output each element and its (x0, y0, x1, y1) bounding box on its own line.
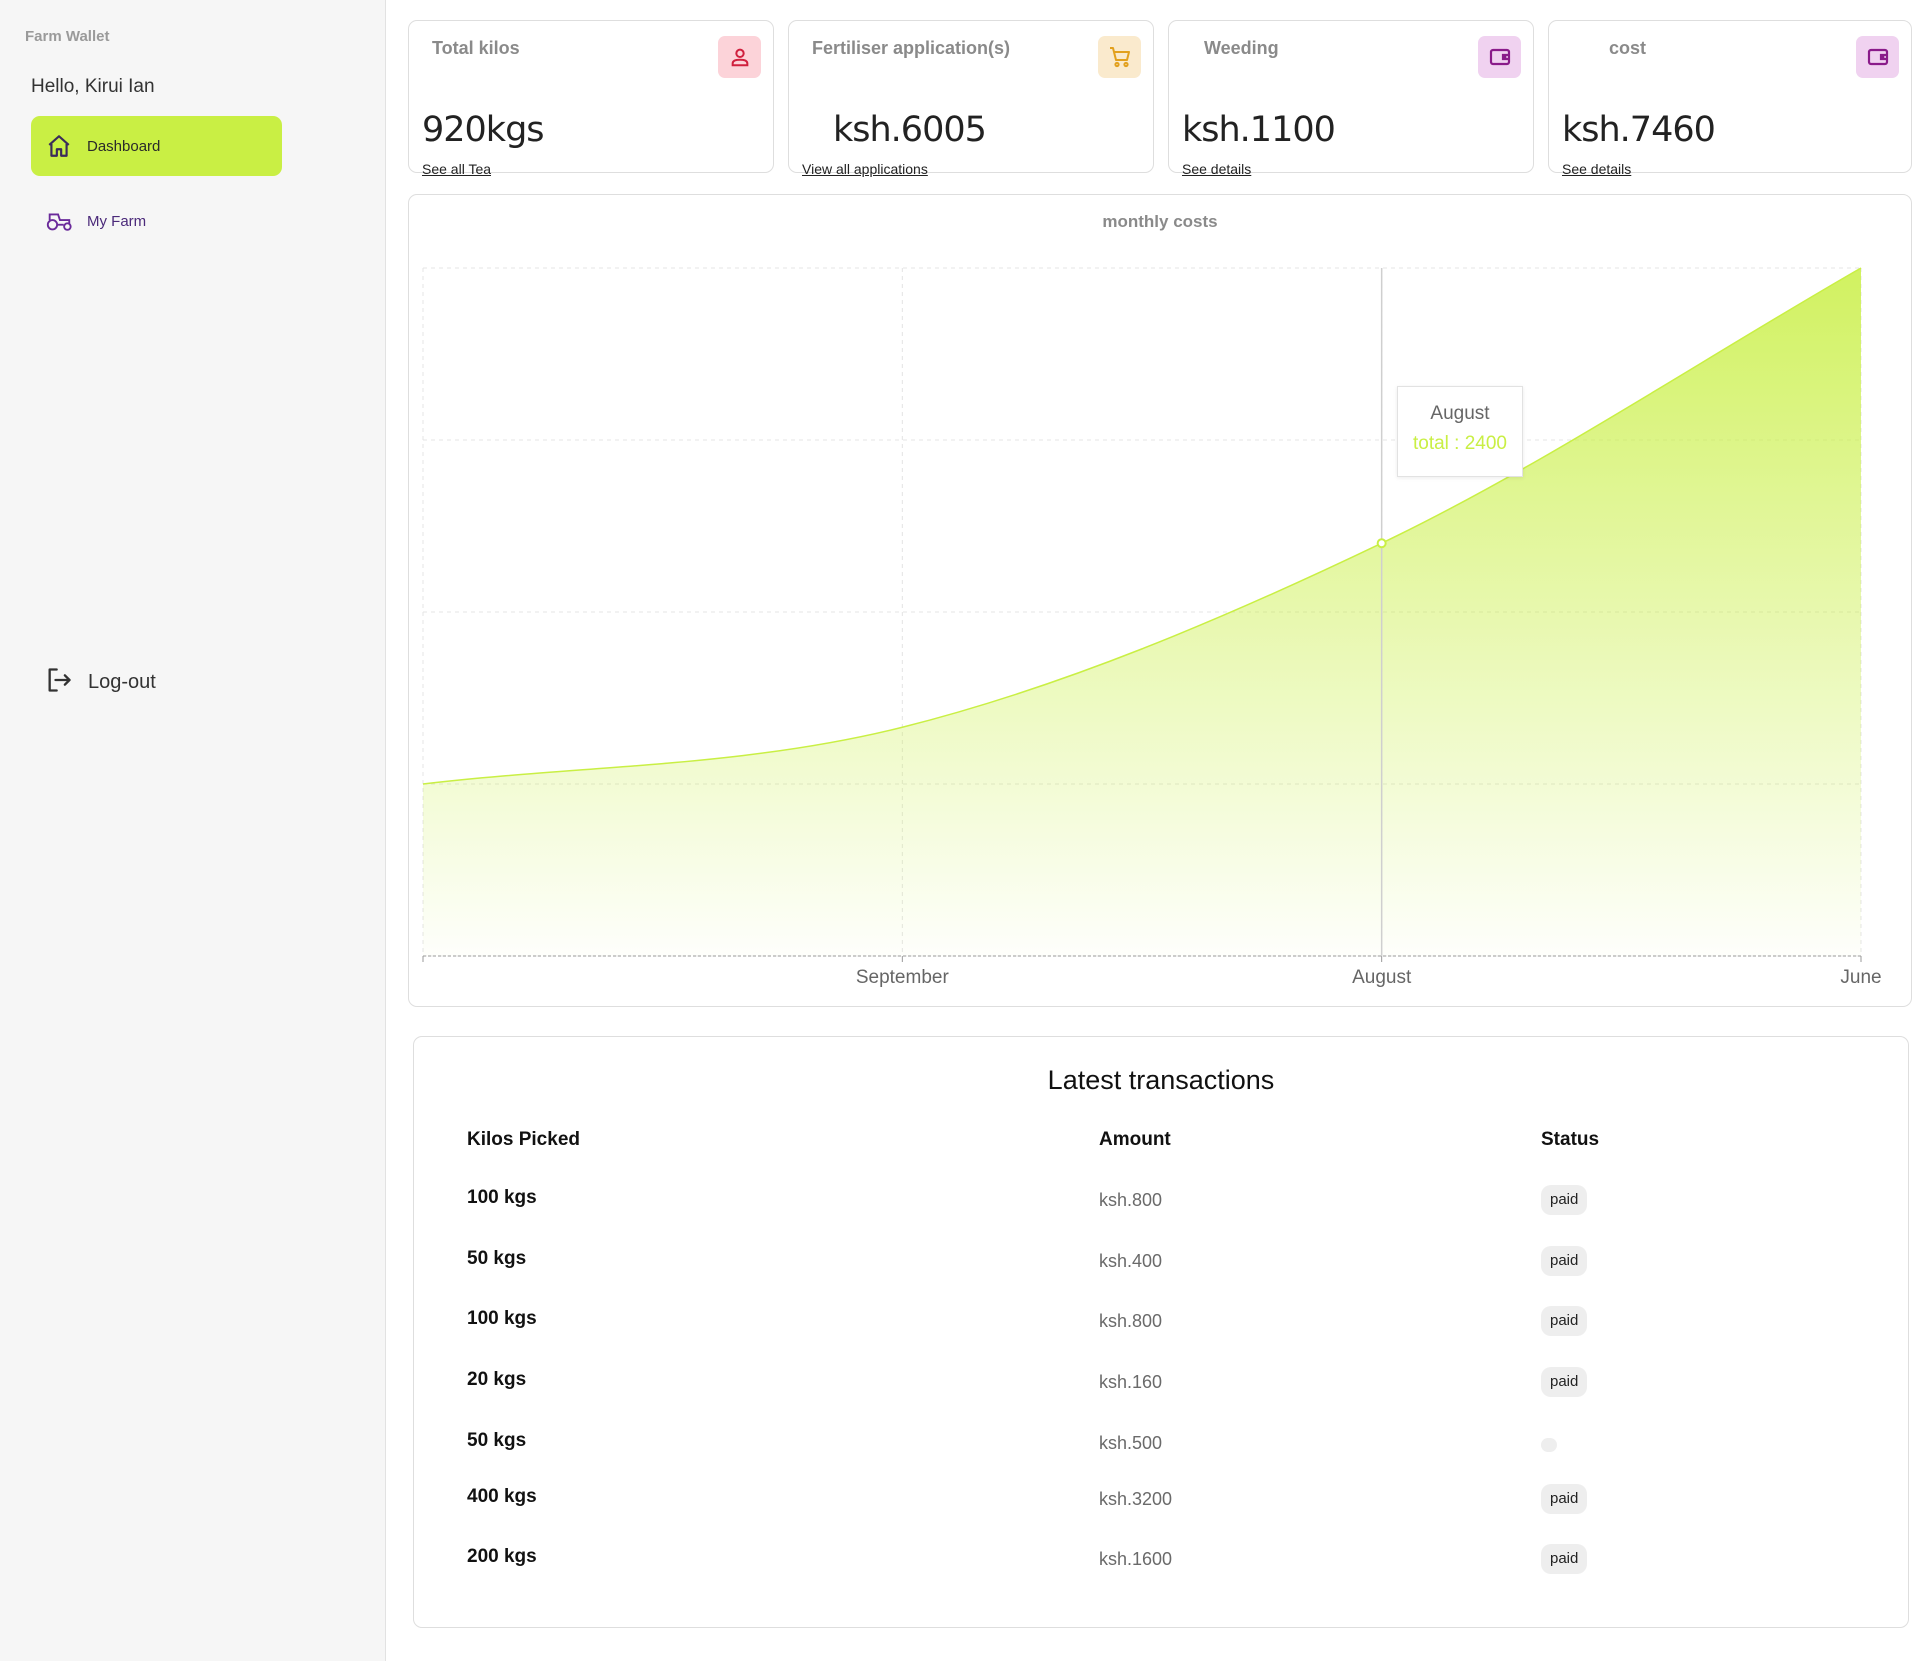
card-value: ksh.7460 (1562, 110, 1716, 150)
cell-kilos: 100 kgs (467, 1308, 537, 1329)
cell-amount: ksh.1600 (1099, 1549, 1173, 1569)
x-tick-label: August (1352, 967, 1412, 988)
sidebar-item-label: My Farm (87, 212, 147, 230)
sidebar-item-dashboard[interactable]: Dashboard (31, 116, 282, 176)
area-fill (423, 268, 1861, 956)
card-title: Total kilos (432, 38, 520, 58)
sidebar-item-my-farm[interactable]: My Farm (31, 191, 282, 251)
table-row: 20 kgs ksh.160 paid (414, 1367, 1908, 1409)
view-all-applications-link[interactable]: View all applications (802, 161, 928, 177)
card-title: Fertiliser application(s) (812, 38, 1011, 58)
cart-icon (1098, 36, 1141, 78)
transactions-title: Latest transactions (1047, 1065, 1275, 1095)
cell-kilos: 100 kgs (467, 1187, 537, 1208)
sidebar: Farm Wallet Hello, Kirui Ian Dashboard M… (0, 0, 386, 1661)
column-header-kilos: Kilos Picked (467, 1129, 580, 1150)
sidebar-item-label: Dashboard (87, 137, 161, 155)
cell-kilos: 50 kgs (467, 1430, 527, 1451)
chart-plot: September August June (422, 267, 1882, 988)
cell-kilos: 50 kgs (467, 1248, 527, 1269)
table-row: 200 kgs ksh.1600 paid (414, 1544, 1908, 1586)
card-value: ksh.1100 (1182, 110, 1336, 150)
stat-card-cost: cost ksh.7460 See details (1548, 20, 1912, 177)
latest-transactions: Latest transactions Kilos Picked Amount … (413, 1036, 1909, 1628)
logout-button[interactable]: Log-out (45, 666, 156, 699)
table-row: 50 kgs ksh.400 paid (414, 1246, 1908, 1288)
status-badge: paid (1541, 1484, 1588, 1514)
data-point-marker (1376, 538, 1387, 549)
x-tick-label: June (1840, 967, 1881, 988)
cell-amount: ksh.400 (1099, 1251, 1163, 1271)
column-header-status: Status (1541, 1129, 1600, 1150)
cell-kilos: 20 kgs (467, 1369, 527, 1390)
status-badge (1541, 1438, 1557, 1452)
tractor-icon (45, 207, 73, 235)
home-icon (45, 132, 73, 160)
column-header-amount: Amount (1099, 1129, 1171, 1150)
x-tick-label: September (856, 967, 950, 988)
brand-name: Farm Wallet (25, 28, 110, 45)
status-badge: paid (1541, 1544, 1588, 1574)
stat-card-weeding: Weeding ksh.1100 See details (1168, 20, 1534, 177)
greeting: Hello, Kirui Ian (31, 76, 155, 97)
table-row: 100 kgs ksh.800 paid (414, 1185, 1908, 1227)
cell-kilos: 400 kgs (467, 1486, 537, 1507)
cell-amount: ksh.3200 (1099, 1489, 1173, 1509)
stat-card-total-kilos: Total kilos 920kgs See all Tea (408, 20, 774, 177)
card-value: ksh.6005 (833, 110, 987, 150)
table-row: 100 kgs ksh.800 paid (414, 1306, 1908, 1348)
cell-amount: ksh.800 (1099, 1190, 1163, 1210)
weeding-see-details-link[interactable]: See details (1182, 161, 1251, 177)
wallet-icon (1856, 36, 1899, 78)
tooltip-month: August (1430, 403, 1490, 424)
card-title: cost (1609, 38, 1647, 58)
cell-amount: ksh.500 (1099, 1433, 1163, 1453)
monthly-costs-chart: monthly costs September August June August… (408, 194, 1912, 1007)
stat-card-fertiliser: Fertiliser application(s) ksh.6005 View … (788, 20, 1154, 177)
logout-icon (45, 666, 73, 699)
status-badge: paid (1541, 1246, 1588, 1276)
table-row: 400 kgs ksh.3200 paid (414, 1484, 1908, 1526)
table-row: 50 kgs ksh.500 (414, 1430, 1908, 1470)
wallet-icon (1478, 36, 1521, 78)
status-badge: paid (1541, 1367, 1588, 1397)
status-badge: paid (1541, 1306, 1588, 1336)
card-value: 920kgs (422, 110, 545, 150)
person-icon (718, 36, 761, 78)
card-title: Weeding (1204, 38, 1279, 58)
see-all-tea-link[interactable]: See all Tea (422, 161, 491, 177)
cell-amount: ksh.160 (1099, 1372, 1163, 1392)
tooltip-value: total : 2400 (1412, 433, 1508, 454)
cell-kilos: 200 kgs (467, 1546, 537, 1567)
logout-label: Log-out (88, 671, 156, 693)
chart-tooltip: August total : 2400 (1397, 386, 1523, 477)
cell-amount: ksh.800 (1099, 1311, 1163, 1331)
cost-see-details-link[interactable]: See details (1562, 161, 1631, 177)
status-badge: paid (1541, 1185, 1588, 1215)
